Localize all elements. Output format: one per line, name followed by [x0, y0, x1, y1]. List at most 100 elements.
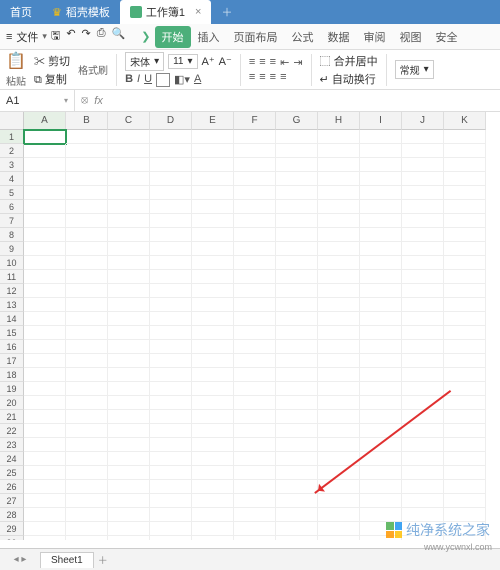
redo-icon[interactable]: ↷ [82, 27, 91, 46]
cell[interactable] [402, 480, 444, 494]
cell[interactable] [66, 480, 108, 494]
cell[interactable] [444, 158, 486, 172]
row-header[interactable]: 13 [0, 298, 24, 312]
cell[interactable] [150, 186, 192, 200]
cell[interactable] [234, 438, 276, 452]
cell[interactable] [402, 340, 444, 354]
cell[interactable] [108, 424, 150, 438]
cell[interactable] [444, 326, 486, 340]
cell[interactable] [108, 130, 150, 144]
cell[interactable] [444, 270, 486, 284]
cell[interactable] [66, 214, 108, 228]
cell[interactable] [276, 410, 318, 424]
cell[interactable] [444, 228, 486, 242]
cell[interactable] [192, 410, 234, 424]
cell[interactable] [192, 480, 234, 494]
cell[interactable] [234, 242, 276, 256]
cell[interactable] [402, 452, 444, 466]
cell[interactable] [402, 242, 444, 256]
ribbon-tab-review[interactable]: 审阅 [357, 26, 393, 48]
cell[interactable] [402, 382, 444, 396]
row-header[interactable]: 20 [0, 396, 24, 410]
border-button[interactable] [156, 73, 170, 87]
cell[interactable] [360, 438, 402, 452]
cell[interactable] [150, 242, 192, 256]
cell[interactable] [276, 466, 318, 480]
cell[interactable] [108, 508, 150, 522]
cell[interactable] [444, 382, 486, 396]
cell[interactable] [192, 452, 234, 466]
cell[interactable] [234, 340, 276, 354]
cell[interactable] [234, 508, 276, 522]
row-header[interactable]: 23 [0, 438, 24, 452]
cell[interactable] [24, 536, 66, 540]
shrink-font-icon[interactable]: A⁻ [219, 55, 232, 68]
ribbon-chevron-icon[interactable]: ❯ [141, 30, 150, 43]
cell[interactable] [444, 438, 486, 452]
cell[interactable] [318, 228, 360, 242]
cell[interactable] [318, 130, 360, 144]
cell[interactable] [360, 144, 402, 158]
cell[interactable] [150, 354, 192, 368]
fill-color-button[interactable]: ◧▾ [174, 73, 190, 87]
cell[interactable] [24, 466, 66, 480]
cell[interactable] [360, 130, 402, 144]
row-header[interactable]: 11 [0, 270, 24, 284]
cell[interactable] [318, 242, 360, 256]
cell[interactable] [234, 186, 276, 200]
cell[interactable] [150, 382, 192, 396]
align-mid-icon[interactable]: ≡ [259, 56, 265, 69]
cell[interactable] [318, 326, 360, 340]
cell[interactable] [276, 270, 318, 284]
col-header-B[interactable]: B [66, 112, 108, 130]
cell[interactable] [66, 368, 108, 382]
cell[interactable] [318, 312, 360, 326]
row-header[interactable]: 27 [0, 494, 24, 508]
cell[interactable] [66, 424, 108, 438]
cell[interactable] [276, 186, 318, 200]
row-header[interactable]: 28 [0, 508, 24, 522]
cell[interactable] [150, 256, 192, 270]
cell[interactable] [276, 284, 318, 298]
cell[interactable] [24, 494, 66, 508]
cell[interactable] [234, 256, 276, 270]
cell[interactable] [360, 396, 402, 410]
cell[interactable] [66, 382, 108, 396]
cell[interactable] [24, 368, 66, 382]
cell[interactable] [318, 256, 360, 270]
cell[interactable] [108, 214, 150, 228]
cell[interactable] [24, 326, 66, 340]
cell[interactable] [192, 522, 234, 536]
cell[interactable] [318, 508, 360, 522]
col-header-G[interactable]: G [276, 112, 318, 130]
cell[interactable] [360, 312, 402, 326]
menu-icon[interactable]: ≡ [6, 31, 12, 43]
cell[interactable] [234, 382, 276, 396]
paste-icon[interactable]: 📋 [6, 51, 26, 71]
cell[interactable] [234, 312, 276, 326]
cell[interactable] [150, 214, 192, 228]
cell[interactable] [192, 200, 234, 214]
italic-button[interactable]: I [137, 73, 140, 87]
cell[interactable] [360, 284, 402, 298]
cell[interactable] [24, 144, 66, 158]
cell[interactable] [360, 480, 402, 494]
cell[interactable] [402, 284, 444, 298]
cell[interactable] [234, 284, 276, 298]
merge-button[interactable]: ⬚ 合并居中 [320, 53, 378, 69]
cell[interactable] [318, 494, 360, 508]
cell[interactable] [360, 354, 402, 368]
cell[interactable] [66, 522, 108, 536]
cell[interactable] [150, 466, 192, 480]
cell[interactable] [276, 354, 318, 368]
cell[interactable] [444, 494, 486, 508]
cell[interactable] [444, 410, 486, 424]
cell[interactable] [318, 172, 360, 186]
row-header[interactable]: 22 [0, 424, 24, 438]
indent-dec-icon[interactable]: ⇤ [280, 56, 289, 69]
row-header[interactable]: 7 [0, 214, 24, 228]
cell[interactable] [24, 382, 66, 396]
close-icon[interactable]: × [195, 6, 201, 18]
cell[interactable] [150, 536, 192, 540]
sheet-tab[interactable]: Sheet1 [40, 552, 94, 568]
